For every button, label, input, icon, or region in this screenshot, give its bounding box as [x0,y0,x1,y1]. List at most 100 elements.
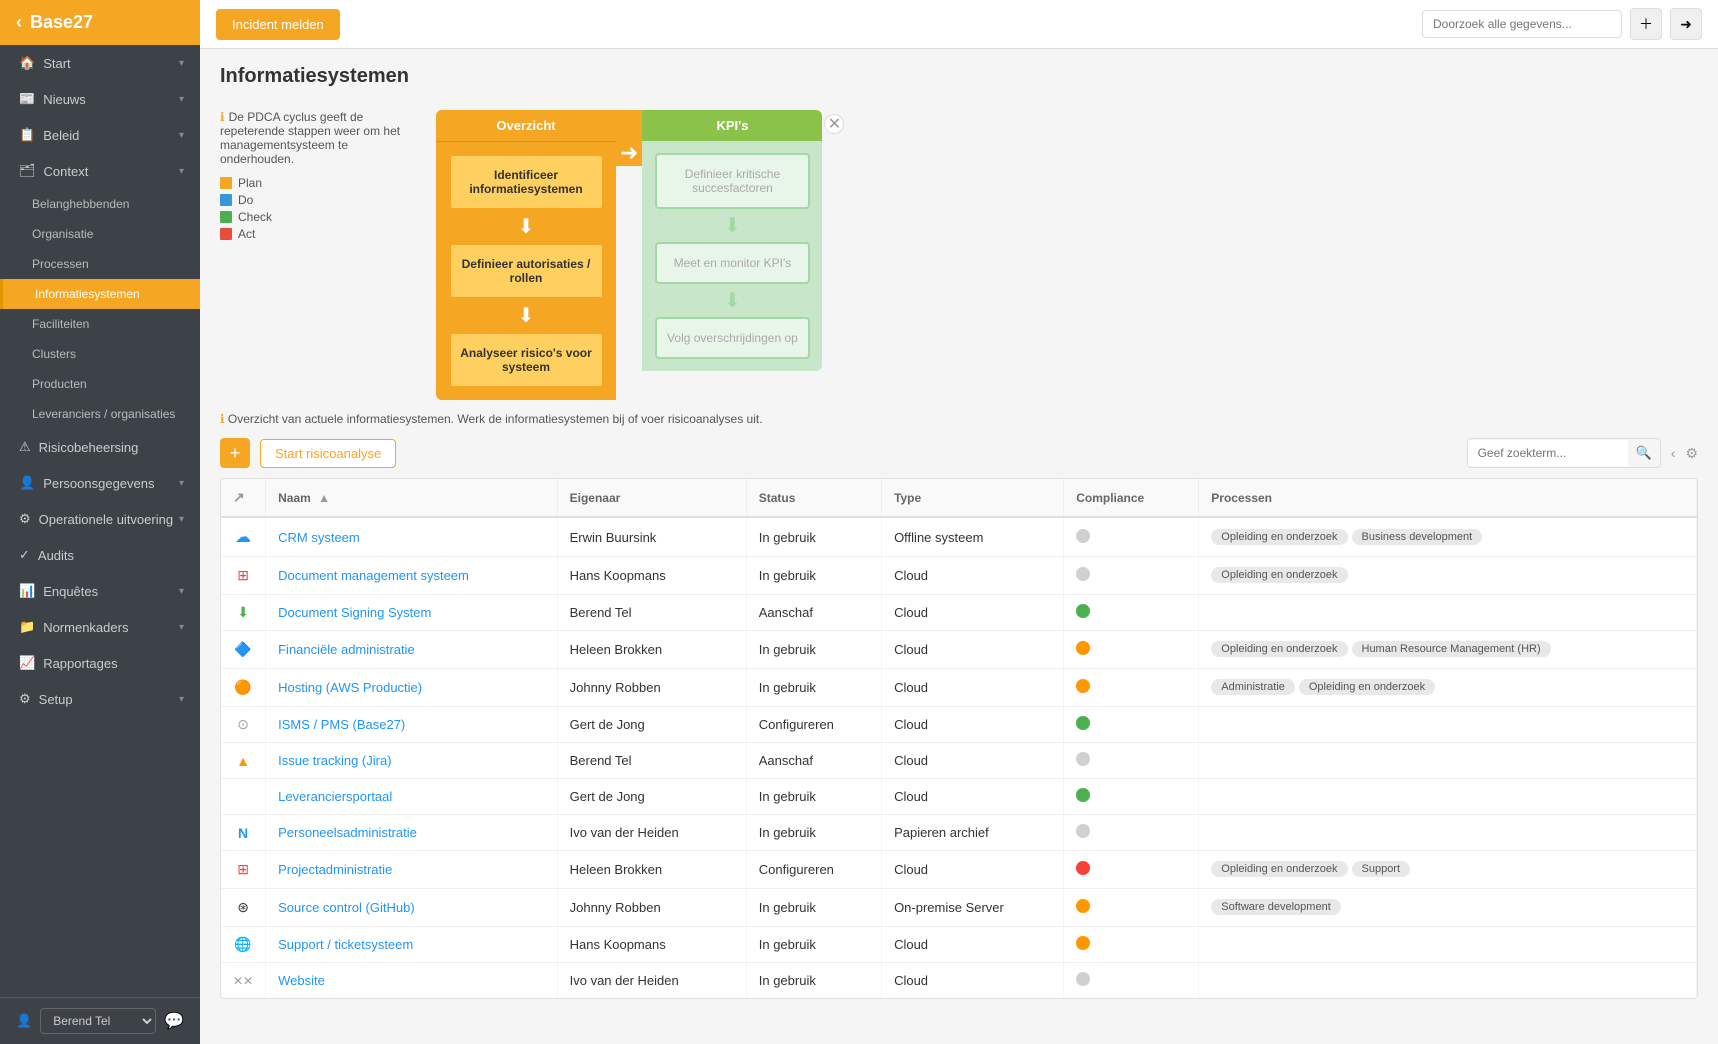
row-processes [1199,963,1697,999]
pdca-close-button[interactable]: ✕ [824,114,844,134]
user-select[interactable]: Berend Tel [40,1008,156,1034]
setup-icon: ⚙ [19,691,31,707]
table-row[interactable]: ▲Issue tracking (Jira)Berend TelAanschaf… [221,743,1697,779]
add-system-button[interactable]: + [220,438,250,468]
sidebar-item-start[interactable]: 🏠Start ▾ [0,45,200,81]
back-icon[interactable]: ‹ [16,12,22,33]
sidebar-item-belanghebbenden[interactable]: Belanghebbenden [0,189,200,219]
pdca-box-6[interactable]: Volg overschrijdingen op [655,317,810,359]
row-icon-cell: ⊛ [221,889,266,927]
table-settings-icon[interactable]: ⚙ [1685,445,1698,462]
table-row[interactable]: ⬇Document Signing SystemBerend TelAansch… [221,595,1697,631]
sidebar-item-setup[interactable]: ⚙Setup ▾ [0,681,200,717]
row-processes: Opleiding en onderzoek Support [1199,851,1697,889]
sidebar-item-clusters[interactable]: Clusters [0,339,200,369]
chat-icon[interactable]: 💬 [164,1011,184,1031]
search-input[interactable] [1468,440,1628,466]
table-row[interactable]: 🔷Financiële administratieHeleen BrokkenI… [221,631,1697,669]
table-row[interactable]: NPersoneelsadministratieIvo van der Heid… [221,815,1697,851]
sidebar-item-risicobeheersing[interactable]: ⚠Risicobeheersing [0,429,200,465]
row-icon-cell [221,779,266,815]
row-eigenaar: Hans Koopmans [557,927,746,963]
row-compliance [1064,927,1199,963]
table-row[interactable]: ⊙ISMS / PMS (Base27)Gert de JongConfigur… [221,707,1697,743]
chevron-icon: ▾ [179,586,184,597]
sidebar-item-context[interactable]: 🗂Context ▾ [0,153,200,189]
sidebar-item-nieuws[interactable]: 📰Nieuws ▾ [0,81,200,117]
process-tag[interactable]: Software development [1211,899,1340,915]
row-naam[interactable]: Issue tracking (Jira) [266,743,558,779]
process-tag[interactable]: Opleiding en onderzoek [1211,641,1347,657]
export-icon[interactable]: ↗ [233,489,245,505]
report-icon: 📈 [19,655,35,671]
sidebar-item-persoonsgegevens[interactable]: 👤Persoonsgegevens ▾ [0,465,200,501]
table-row[interactable]: 🌐Support / ticketsysteemHans KoopmansIn … [221,927,1697,963]
row-naam[interactable]: ISMS / PMS (Base27) [266,707,558,743]
table-row[interactable]: ⊞ProjectadministratieHeleen BrokkenConfi… [221,851,1697,889]
process-tag[interactable]: Opleiding en onderzoek [1211,567,1347,583]
start-analysis-button[interactable]: Start risicoanalyse [260,439,396,468]
collapse-icon[interactable]: ‹ [1671,445,1676,461]
row-naam[interactable]: Leveranciersportaal [266,779,558,815]
row-naam[interactable]: Website [266,963,558,999]
sidebar-item-faciliteiten[interactable]: Faciliteiten [0,309,200,339]
table-row[interactable]: ☁CRM systeemErwin BuursinkIn gebruikOffl… [221,517,1697,557]
pdca-box-4[interactable]: Definieer kritische succesfactoren [655,153,810,209]
sidebar-item-audits[interactable]: ✓Audits [0,537,200,573]
sidebar-item-normenkaders[interactable]: 📁Normenkaders ▾ [0,609,200,645]
pdca-box-3[interactable]: Analyseer risico's voor systeem [449,332,604,388]
process-tag[interactable]: Administratie [1211,679,1295,695]
process-tag[interactable]: Opleiding en onderzoek [1299,679,1435,695]
sidebar-item-informatiesystemen[interactable]: Informatiesystemen [0,279,200,309]
compliance-dot [1076,936,1090,950]
col-header-naam[interactable]: Naam ▲ [266,479,558,517]
sidebar-item-rapportages[interactable]: 📈Rapportages [0,645,200,681]
incident-button[interactable]: Incident melden [216,9,340,40]
compliance-dot [1076,861,1090,875]
table-row[interactable]: ✕✕WebsiteIvo van der HeidenIn gebruikClo… [221,963,1697,999]
row-naam[interactable]: Source control (GitHub) [266,889,558,927]
pdca-box-2[interactable]: Definieer autorisaties / rollen [449,243,604,299]
navigate-button[interactable]: ➜ [1670,8,1702,40]
sidebar-item-processen[interactable]: Processen [0,249,200,279]
row-status: In gebruik [746,779,881,815]
row-naam[interactable]: Document Signing System [266,595,558,631]
row-naam[interactable]: Document management systeem [266,557,558,595]
home-icon: 🏠 [19,55,35,71]
table-row[interactable]: LeveranciersportaalGert de JongIn gebrui… [221,779,1697,815]
nieuws-icon: 📰 [19,91,35,107]
process-tag[interactable]: Opleiding en onderzoek [1211,861,1347,877]
sidebar-item-leveranciers[interactable]: Leveranciers / organisaties [0,399,200,429]
process-tag[interactable]: Business development [1352,529,1483,545]
row-naam[interactable]: Hosting (AWS Productie) [266,669,558,707]
search-box: 🔍 [1467,438,1661,468]
row-naam[interactable]: CRM systeem [266,517,558,557]
row-naam[interactable]: Financiële administratie [266,631,558,669]
row-status: Aanschaf [746,595,881,631]
sidebar-item-producten[interactable]: Producten [0,369,200,399]
sidebar-item-organisatie[interactable]: Organisatie [0,219,200,249]
row-processes [1199,743,1697,779]
row-naam[interactable]: Personeelsadministratie [266,815,558,851]
col-header-type: Type [882,479,1064,517]
sidebar-item-operationele[interactable]: ⚙Operationele uitvoering ▾ [0,501,200,537]
table-row[interactable]: ⊞Document management systeemHans Koopman… [221,557,1697,595]
add-global-button[interactable]: ＋ [1630,8,1662,40]
pdca-box-5[interactable]: Meet en monitor KPI's [655,242,810,284]
table-row[interactable]: ⊛Source control (GitHub)Johnny RobbenIn … [221,889,1697,927]
global-search-input[interactable] [1422,10,1622,38]
process-tag[interactable]: Support [1352,861,1411,877]
process-tag[interactable]: Opleiding en onderzoek [1211,529,1347,545]
row-eigenaar: Erwin Buursink [557,517,746,557]
table-row[interactable]: 🟠Hosting (AWS Productie)Johnny RobbenIn … [221,669,1697,707]
compliance-dot [1076,972,1090,986]
sidebar-item-beleid[interactable]: 📋Beleid ▾ [0,117,200,153]
info-bar: ℹ Overzicht van actuele informatiesystem… [220,412,1698,426]
sidebar-item-enquetes[interactable]: 📊Enquêtes ▾ [0,573,200,609]
row-eigenaar: Berend Tel [557,743,746,779]
row-icon-cell: ▲ [221,743,266,779]
row-naam[interactable]: Support / ticketsysteem [266,927,558,963]
process-tag[interactable]: Human Resource Management (HR) [1352,641,1551,657]
row-naam[interactable]: Projectadministratie [266,851,558,889]
pdca-box-1[interactable]: Identificeer informatiesystemen [449,154,604,210]
